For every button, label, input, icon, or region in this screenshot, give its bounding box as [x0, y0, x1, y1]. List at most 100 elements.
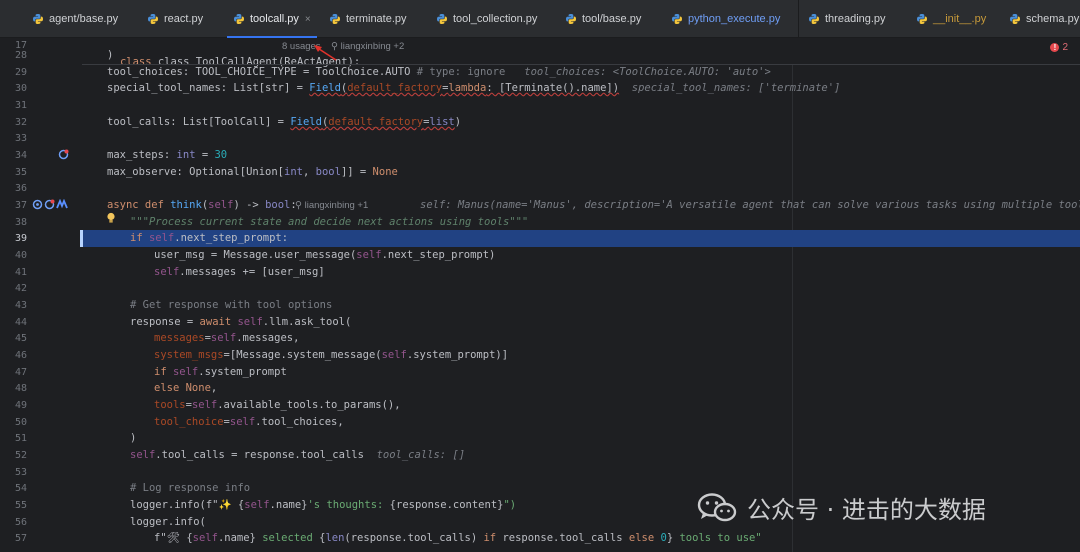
code-text: .next_step_prompt) [381, 249, 496, 261]
line-number: 49 [14, 400, 27, 411]
code-line-41: self.messages += [user_msg] [154, 264, 325, 281]
override-marker-icon[interactable] [58, 149, 69, 163]
self-keyword: self [229, 416, 256, 428]
debug-run-icon[interactable] [32, 199, 43, 213]
function-call: Field [309, 82, 341, 94]
line-number: 33 [14, 133, 27, 144]
code-line-35: max_observe: Optional[Union[int, bool]] … [107, 164, 398, 181]
code-text: ) -> [233, 199, 266, 211]
code-text: tool_calls: List[ToolCall] = [107, 116, 291, 128]
tab-divider [798, 0, 799, 38]
code-line-30: special_tool_names: List[str] = Field(de… [107, 80, 840, 97]
problems-indicator[interactable]: ! 2 [1050, 42, 1068, 53]
keyword: else [628, 532, 661, 544]
code-text: f" [154, 532, 167, 544]
line-number: 48 [14, 383, 27, 394]
problems-count: 2 [1062, 42, 1068, 53]
sparkles-emoji: ✨ [218, 499, 232, 511]
line-number: 34 [14, 150, 27, 161]
keyword-argument: system_msgs [154, 349, 224, 361]
code-text: , [302, 166, 316, 178]
tab-tool-collection[interactable]: tool_collection.py [436, 0, 537, 38]
code-line-57: f"🛠 {self.name} selected {len(response.t… [154, 530, 762, 547]
code-line-47: if self.system_prompt [154, 364, 287, 381]
code-line-34: max_steps: int = 30 [107, 147, 227, 164]
tab-label: tool_collection.py [453, 13, 538, 25]
code-text: user_msg = Message.user_message( [154, 249, 357, 261]
line-number: 31 [14, 100, 27, 111]
python-file-icon [148, 14, 158, 24]
line-number: 37 [14, 200, 27, 211]
comment: # Get response with tool options [130, 299, 333, 311]
tab-label: schema.py [1026, 13, 1080, 25]
line-number: 32 [14, 117, 27, 128]
line-number: 40 [14, 250, 27, 261]
line-number: 46 [14, 350, 27, 361]
author-name: liangxinbing +2 [340, 41, 405, 52]
tab-toolcall[interactable]: toolcall.py × [227, 0, 317, 38]
builtin: bool [265, 199, 291, 211]
error-icon: ! [1050, 43, 1060, 52]
tab-threading[interactable]: threading.py [808, 0, 886, 38]
code-text: ) [107, 49, 114, 61]
author-hint[interactable]: ⚲ liangxinbing +2 [331, 41, 404, 52]
tab-react[interactable]: react.py [147, 0, 203, 38]
code-text: .name} [269, 499, 308, 511]
string: selected [255, 532, 320, 544]
code-text: .name} [217, 532, 256, 544]
code-line-45: messages=self.messages, [154, 330, 299, 347]
inlay-hint: tool_calls: [] [376, 449, 466, 461]
sticky-scroll-header[interactable]: 17 class class ToolCallAgent(ReActAgent)… [0, 38, 1080, 68]
keyword: None [185, 382, 211, 394]
wechat-logo-icon [697, 492, 737, 521]
self-keyword: self [148, 232, 175, 244]
line-number: 29 [14, 67, 27, 78]
builtin: int [176, 149, 196, 161]
tab-tool-base[interactable]: tool/base.py [565, 0, 641, 38]
code-text: .tool_choices, [255, 416, 344, 428]
code-editor[interactable]: 17 class class ToolCallAgent(ReActAgent)… [0, 38, 1080, 552]
self-keyword: self [154, 266, 180, 278]
code-line-52: self.tool_calls = response.tool_calls to… [130, 447, 465, 464]
tab-label: threading.py [825, 13, 886, 25]
function-call: Field [290, 116, 322, 128]
code-line-44: response = await self.llm.ask_tool( [130, 314, 351, 331]
code-text: .tool_calls = response.tool_calls [155, 449, 364, 461]
code-line-50: tool_choice=self.tool_choices, [154, 414, 344, 431]
tab-init[interactable]: __init__.py [916, 0, 986, 38]
code-line-38: """Process current state and decide next… [130, 214, 528, 231]
tab-python-execute[interactable]: python_execute.py [671, 0, 780, 38]
author-hint[interactable]: ⚲ liangxinbing +1 [295, 200, 368, 211]
self-keyword: self [192, 532, 218, 544]
code-text: =[Message.system_message( [223, 349, 382, 361]
code-text: {response.content} [389, 499, 504, 511]
tab-agent-base[interactable]: agent/base.py [32, 0, 118, 38]
inlay-hint: tool_choices: <ToolChoice.AUTO: 'auto'> [524, 66, 771, 78]
lightbulb-icon[interactable] [106, 212, 116, 227]
self-keyword: self [381, 349, 407, 361]
code-line-51: ) [130, 430, 136, 447]
override-marker-icon[interactable] [44, 199, 55, 213]
python-file-icon [672, 14, 682, 24]
code-text: .next_step_prompt: [174, 232, 289, 244]
code-text: response = [130, 316, 200, 328]
line-number: 52 [14, 450, 27, 461]
code-line-49: tools=self.available_tools.to_params(), [154, 397, 401, 414]
self-keyword: self [191, 399, 218, 411]
close-tab-icon[interactable]: × [305, 14, 311, 25]
tab-terminate[interactable]: terminate.py [329, 0, 407, 38]
author-name: liangxinbing +1 [304, 200, 369, 211]
line-number: 51 [14, 433, 27, 444]
keyword: if [130, 232, 149, 244]
coroutine-marker-icon[interactable] [56, 198, 68, 213]
code-line-46: system_msgs=[Message.system_message(self… [154, 347, 508, 364]
tab-schema[interactable]: schema.py [1009, 0, 1079, 38]
code-text: = [195, 149, 215, 161]
python-file-icon [437, 14, 447, 24]
tab-label: tool/base.py [582, 13, 642, 25]
code-text: .system_prompt)] [406, 349, 509, 361]
python-file-icon [330, 14, 340, 24]
python-file-icon [566, 14, 576, 24]
python-file-icon [809, 14, 819, 24]
code-text: ) [130, 432, 137, 444]
